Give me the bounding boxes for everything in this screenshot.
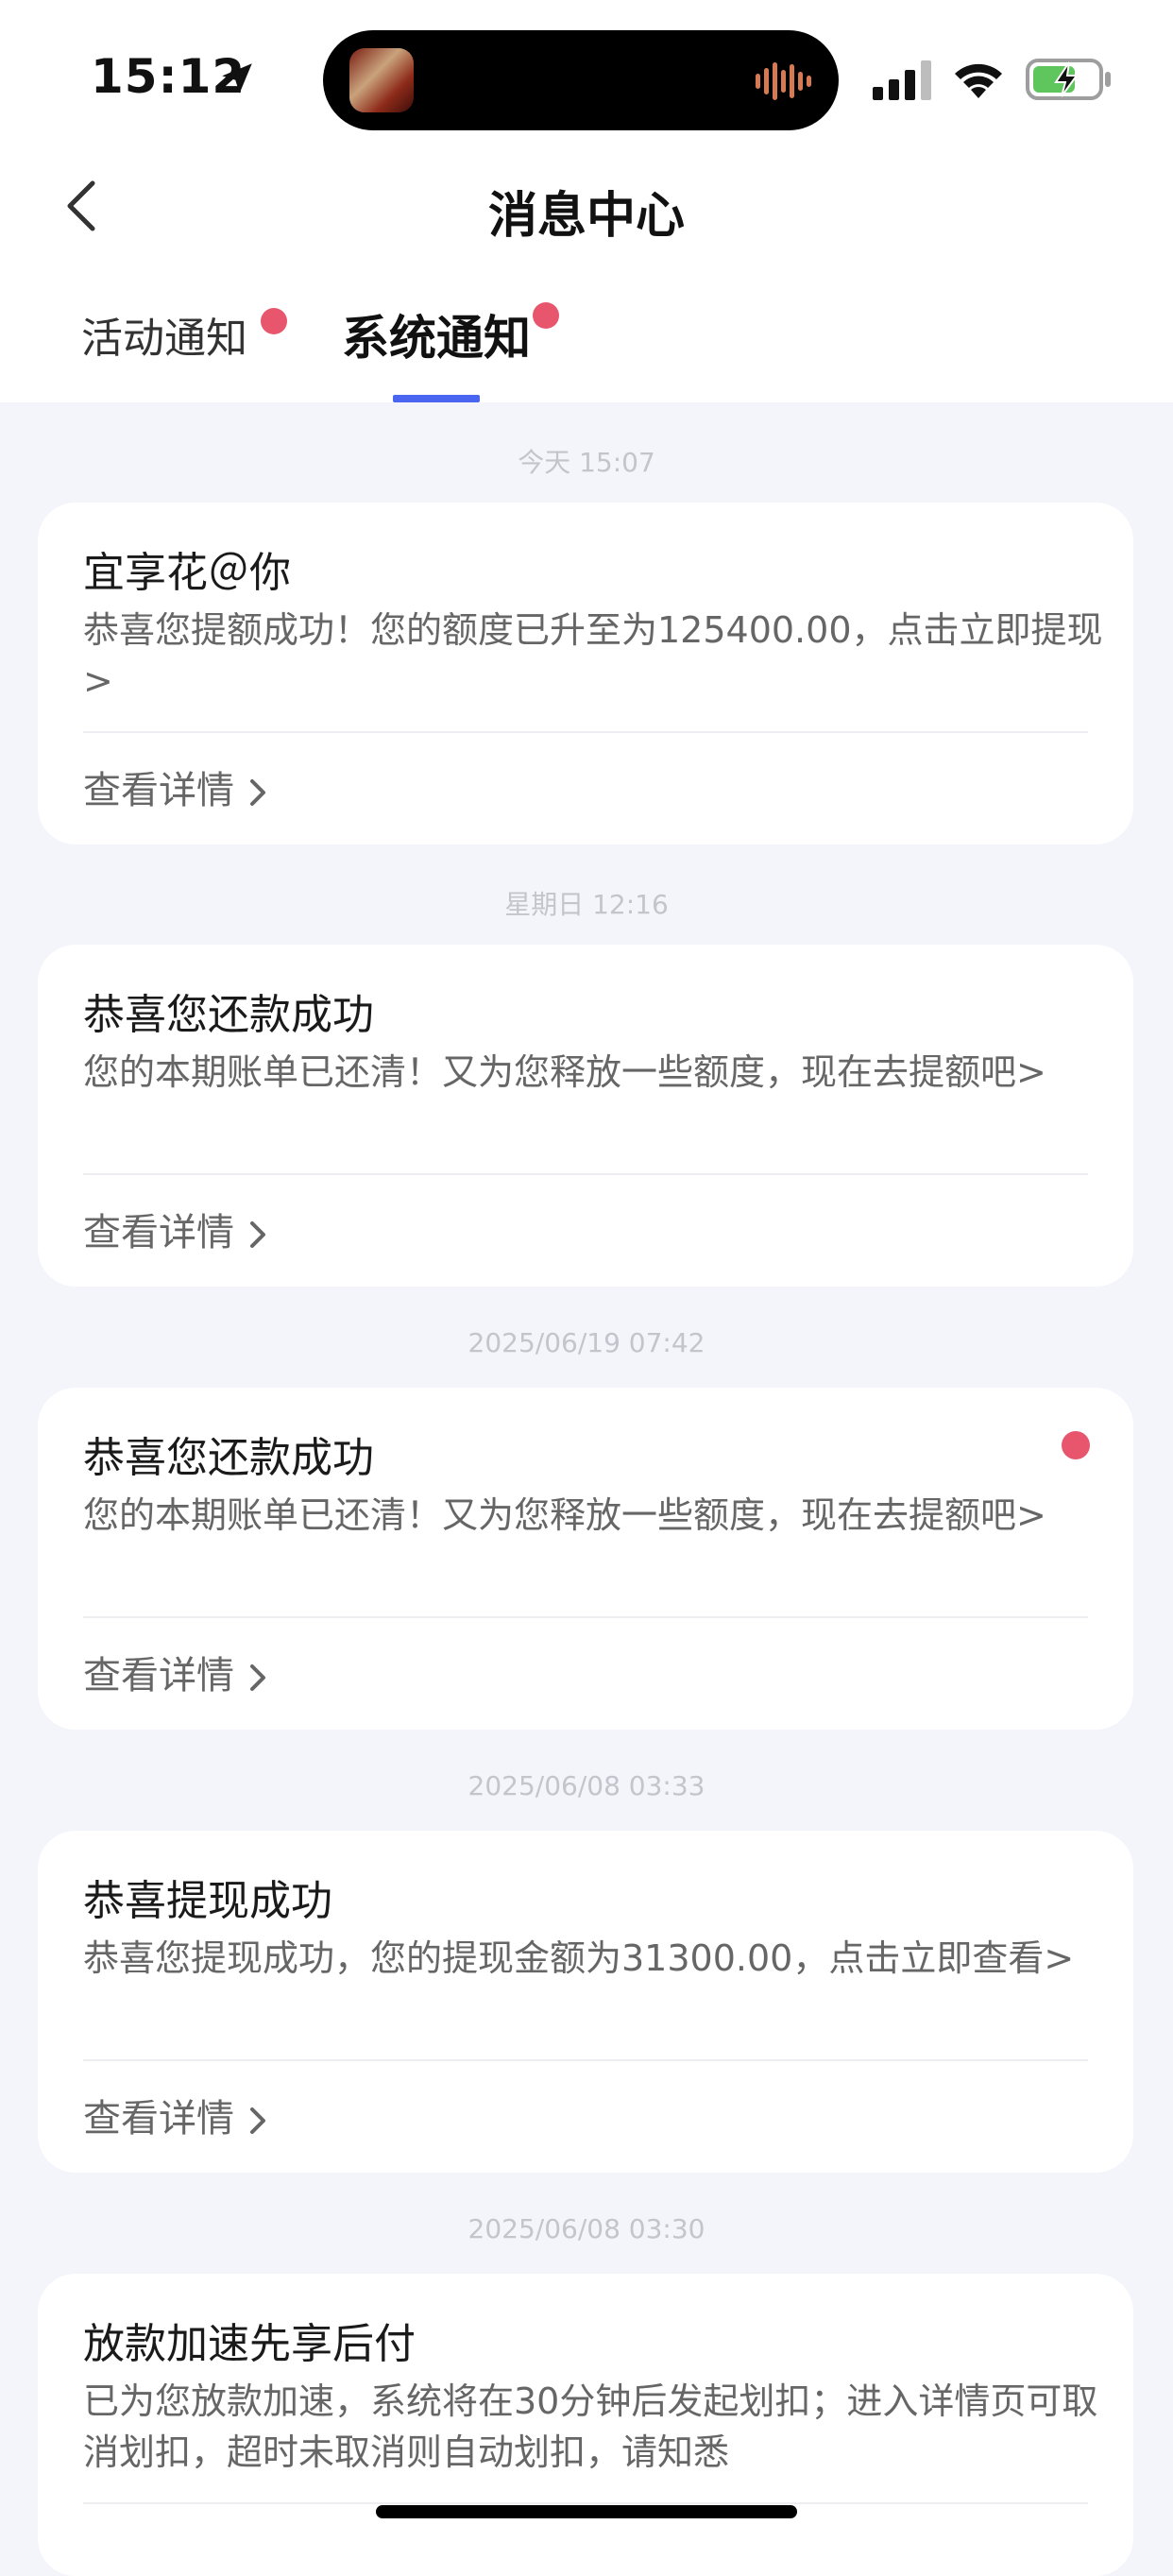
chevron-right-icon bbox=[250, 1221, 265, 1248]
view-details-label: 查看详情 bbox=[83, 1654, 234, 1697]
unread-dot bbox=[1062, 1431, 1090, 1459]
message-timestamp: 星期日 12:16 bbox=[504, 889, 669, 920]
chevron-right-icon bbox=[250, 2107, 265, 2134]
tab-activity-notice[interactable]: 活动通知 bbox=[81, 304, 247, 365]
audio-wave-icon bbox=[756, 62, 811, 100]
signal-icon bbox=[873, 60, 931, 100]
view-details-label: 查看详情 bbox=[83, 1211, 234, 1254]
message-body: 恭喜您提现成功，您的提现金额为31300.00，点击立即查看> bbox=[83, 1937, 1075, 1979]
message-card[interactable]: 宜享花＠你 恭喜您提额成功！您的额度已升至为125400.00，点击立即提现> … bbox=[38, 503, 1133, 844]
divider bbox=[83, 2059, 1088, 2061]
divider bbox=[83, 731, 1088, 733]
message-title: 恭喜提现成功 bbox=[83, 1877, 332, 1925]
divider bbox=[83, 2502, 1088, 2504]
wifi-icon bbox=[955, 63, 1002, 98]
message-card[interactable]: 恭喜提现成功 恭喜您提现成功，您的提现金额为31300.00，点击立即查看> 查… bbox=[38, 1831, 1133, 2173]
chevron-right-icon bbox=[250, 1664, 265, 1691]
message-timestamp: 2025/06/19 07:42 bbox=[468, 1327, 706, 1358]
tab-system-unread-dot bbox=[533, 302, 559, 329]
view-details-label: 查看详情 bbox=[83, 2097, 234, 2141]
message-body: 您的本期账单已还清！又为您释放一些额度，现在去提额吧> bbox=[83, 1051, 1046, 1093]
message-title: 恭喜您还款成功 bbox=[83, 991, 374, 1039]
message-card[interactable]: 恭喜您还款成功 您的本期账单已还清！又为您释放一些额度，现在去提额吧> 查看详情 bbox=[38, 1388, 1133, 1730]
chevron-right-icon bbox=[250, 779, 265, 806]
view-details-link[interactable]: 查看详情 bbox=[83, 759, 268, 814]
tab-system-notice[interactable]: 系统通知 bbox=[342, 300, 531, 368]
header: 15:12 消息中心 活动通知 系统通知 bbox=[0, 0, 1173, 402]
divider bbox=[83, 1173, 1088, 1175]
view-details-label: 查看详情 bbox=[83, 769, 234, 812]
message-body: 恭喜您提额成功！您的额度已升至为125400.00，点击立即提现> bbox=[83, 609, 1103, 702]
dynamic-island[interactable] bbox=[323, 30, 839, 130]
message-card[interactable]: 放款加速先享后付 已为您放款加速，系统将在30分钟后发起划扣；进入详情页可取消划… bbox=[38, 2274, 1133, 2576]
message-body: 您的本期账单已还清！又为您释放一些额度，现在去提额吧> bbox=[83, 1494, 1046, 1536]
now-playing-artwork bbox=[349, 48, 414, 112]
divider bbox=[83, 1616, 1088, 1618]
message-title: 宜享花＠你 bbox=[83, 549, 291, 597]
message-title: 恭喜您还款成功 bbox=[83, 1434, 374, 1482]
home-indicator[interactable] bbox=[376, 2505, 797, 2518]
message-timestamp: 今天 15:07 bbox=[518, 447, 655, 478]
message-timestamp: 2025/06/08 03:30 bbox=[468, 2213, 706, 2244]
location-arrow-icon bbox=[222, 63, 252, 94]
page-title: 消息中心 bbox=[487, 188, 685, 245]
view-details-link[interactable]: 查看详情 bbox=[83, 2088, 268, 2142]
message-timestamp: 2025/06/08 03:33 bbox=[468, 1770, 706, 1801]
tab-activity-unread-dot bbox=[261, 308, 287, 334]
view-details-link[interactable]: 查看详情 bbox=[83, 1202, 268, 1256]
active-tab-indicator bbox=[393, 395, 480, 402]
message-card[interactable]: 恭喜您还款成功 您的本期账单已还清！又为您释放一些额度，现在去提额吧> 查看详情 bbox=[38, 945, 1133, 1287]
view-details-link[interactable]: 查看详情 bbox=[83, 1645, 268, 1699]
battery-charging-icon bbox=[1026, 59, 1111, 100]
message-body: 已为您放款加速，系统将在30分钟后发起划扣；进入详情页可取消划扣，超时未取消则自… bbox=[83, 2380, 1098, 2473]
message-title: 放款加速先享后付 bbox=[83, 2320, 416, 2368]
